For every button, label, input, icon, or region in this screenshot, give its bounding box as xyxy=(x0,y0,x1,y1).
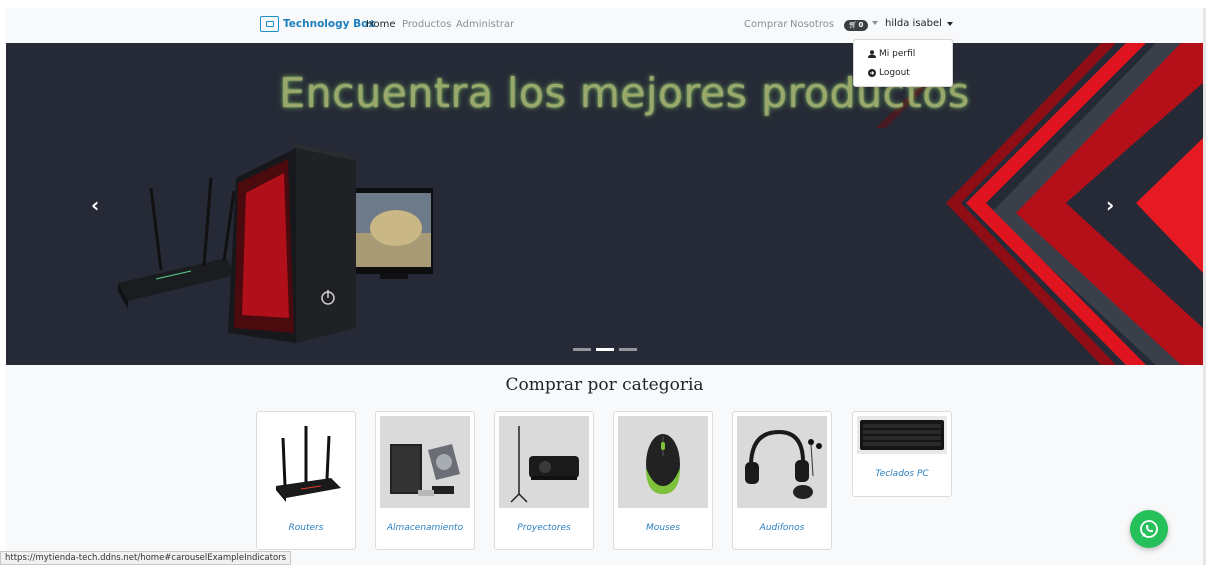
carousel-indicators xyxy=(573,348,637,351)
category-card-teclados[interactable]: Teclados PC xyxy=(852,411,952,497)
cart-dropdown-caret-icon[interactable] xyxy=(872,21,878,25)
menu-item-profile-label: Mi perfil xyxy=(879,49,916,59)
category-label: Teclados PC xyxy=(875,469,929,479)
category-label: Almacenamiento xyxy=(386,523,464,533)
whatsapp-icon xyxy=(1140,520,1158,538)
cart-icon: 🛒︎ xyxy=(848,21,858,29)
projector-image xyxy=(499,416,589,508)
category-card-almacenamiento[interactable]: Almacenamiento xyxy=(375,411,475,550)
category-card-proyectores[interactable]: Proyectores xyxy=(494,411,594,550)
user-icon xyxy=(868,50,876,58)
carousel-indicator-3[interactable] xyxy=(619,348,637,351)
user-dropdown-menu: Mi perfil Logout xyxy=(853,39,953,87)
headphones-image xyxy=(737,416,827,508)
hero-title: Encuentra los mejores productos xyxy=(279,69,970,117)
laptop-logo-icon xyxy=(260,16,279,32)
whatsapp-button[interactable] xyxy=(1130,510,1168,548)
category-card-audifonos[interactable]: Audifonos xyxy=(732,411,832,550)
nav-nosotros[interactable]: Nosotros xyxy=(790,19,834,30)
carousel-next-button[interactable]: › xyxy=(1106,193,1114,217)
section-title: Comprar por categoria xyxy=(505,375,704,395)
hero-carousel: Encuentra los mejores productos ‹ › xyxy=(6,43,1203,365)
storage-image xyxy=(380,416,470,508)
category-card-mouses[interactable]: Mouses xyxy=(613,411,713,550)
keyboard-image xyxy=(857,416,947,454)
logout-icon xyxy=(868,69,876,77)
carousel-prev-button[interactable]: ‹ xyxy=(91,193,99,217)
user-menu-toggle[interactable]: hilda isabel xyxy=(885,18,953,29)
router-image xyxy=(261,416,351,508)
page: Technology Box Home Productos Administra… xyxy=(6,8,1203,565)
category-label: Proyectores xyxy=(517,523,571,533)
nav-productos[interactable]: Productos xyxy=(402,19,451,30)
carousel-indicator-1[interactable] xyxy=(573,348,591,351)
carousel-indicator-2[interactable] xyxy=(596,348,614,351)
cart-button[interactable]: 🛒︎ 0 xyxy=(844,20,868,31)
category-label: Routers xyxy=(288,523,324,533)
navbar: Technology Box Home Productos Administra… xyxy=(6,8,1203,43)
cart-count: 0 xyxy=(858,21,864,29)
nav-comprar[interactable]: Comprar xyxy=(744,19,788,30)
category-label: Audifonos xyxy=(759,523,805,533)
category-card-routers[interactable]: Routers xyxy=(256,411,356,550)
mouse-image xyxy=(618,416,708,508)
menu-item-logout-label: Logout xyxy=(879,68,910,78)
brand-name: Technology Box xyxy=(283,18,376,30)
status-bar-url: https://mytienda-tech.ddns.net/home#caro… xyxy=(0,551,292,565)
nav-home[interactable]: Home xyxy=(366,19,396,30)
brand-link[interactable]: Technology Box xyxy=(260,16,375,32)
user-name: hilda isabel xyxy=(885,18,942,29)
chevron-down-icon xyxy=(946,21,953,26)
nav-administrar[interactable]: Administrar xyxy=(456,19,514,30)
menu-item-logout[interactable]: Logout xyxy=(868,68,910,78)
category-label: Mouses xyxy=(646,523,680,533)
menu-item-profile[interactable]: Mi perfil xyxy=(868,49,915,59)
